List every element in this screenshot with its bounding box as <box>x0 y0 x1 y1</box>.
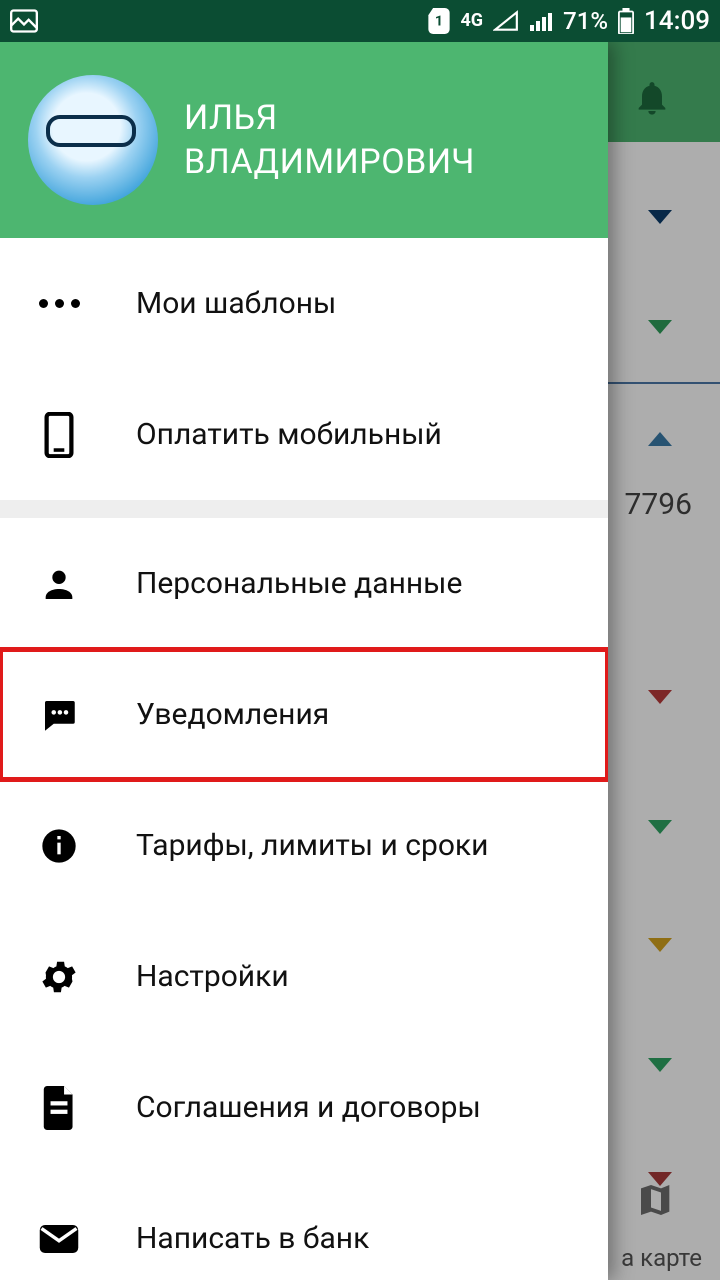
network-4g-icon: 4G <box>460 12 483 30</box>
menu-item-label: Соглашения и договоры <box>136 1090 481 1125</box>
message-icon <box>36 694 82 736</box>
screenshot-icon <box>10 9 38 33</box>
user-name-line1: ИЛЬЯ <box>184 96 475 140</box>
phone-icon <box>36 412 82 458</box>
mail-icon <box>36 1222 82 1256</box>
avatar[interactable] <box>28 75 158 205</box>
menu-item-templates[interactable]: Мои шаблоны <box>0 238 608 369</box>
menu-item-label: Мои шаблоны <box>136 286 336 321</box>
svg-text:1: 1 <box>435 14 443 30</box>
menu-item-label: Написать в банк <box>136 1221 369 1256</box>
sim-1-icon: 1 <box>428 8 450 34</box>
drawer-menu: Мои шаблоны Оплатить мобильный Персональ… <box>0 238 608 1280</box>
clock: 14:09 <box>644 6 710 36</box>
menu-item-notifications[interactable]: Уведомления <box>0 649 608 780</box>
menu-item-settings[interactable]: Настройки <box>0 911 608 1042</box>
menu-item-write-bank[interactable]: Написать в банк <box>0 1173 608 1280</box>
user-name: ИЛЬЯ ВЛАДИМИРОВИЧ <box>184 96 475 184</box>
menu-item-agreements[interactable]: Соглашения и договоры <box>0 1042 608 1173</box>
menu-item-label: Тарифы, лимиты и сроки <box>136 828 488 863</box>
menu-item-personal[interactable]: Персональные данные <box>0 518 608 649</box>
battery-icon <box>618 8 634 34</box>
menu-item-label: Уведомления <box>136 697 329 732</box>
nav-drawer: ИЛЬЯ ВЛАДИМИРОВИЧ Мои шаблоны Оплатить м… <box>0 42 608 1280</box>
user-name-line2: ВЛАДИМИРОВИЧ <box>184 140 475 184</box>
info-icon <box>36 826 82 866</box>
menu-item-pay-mobile[interactable]: Оплатить мобильный <box>0 369 608 500</box>
signal-bars-icon <box>529 10 553 32</box>
document-icon <box>36 1086 82 1130</box>
signal-box-icon <box>493 10 519 32</box>
menu-item-label: Настройки <box>136 959 289 994</box>
status-bar: 1 4G 71% 14:09 <box>0 0 720 42</box>
menu-section-divider <box>0 500 608 518</box>
battery-percent: 71% <box>563 7 608 35</box>
menu-item-label: Оплатить мобильный <box>136 417 442 452</box>
drawer-header[interactable]: ИЛЬЯ ВЛАДИМИРОВИЧ <box>0 42 608 238</box>
gear-icon <box>36 956 82 998</box>
person-icon <box>36 564 82 604</box>
more-horiz-icon <box>36 299 82 308</box>
menu-item-tariffs[interactable]: Тарифы, лимиты и сроки <box>0 780 608 911</box>
menu-item-label: Персональные данные <box>136 566 462 601</box>
